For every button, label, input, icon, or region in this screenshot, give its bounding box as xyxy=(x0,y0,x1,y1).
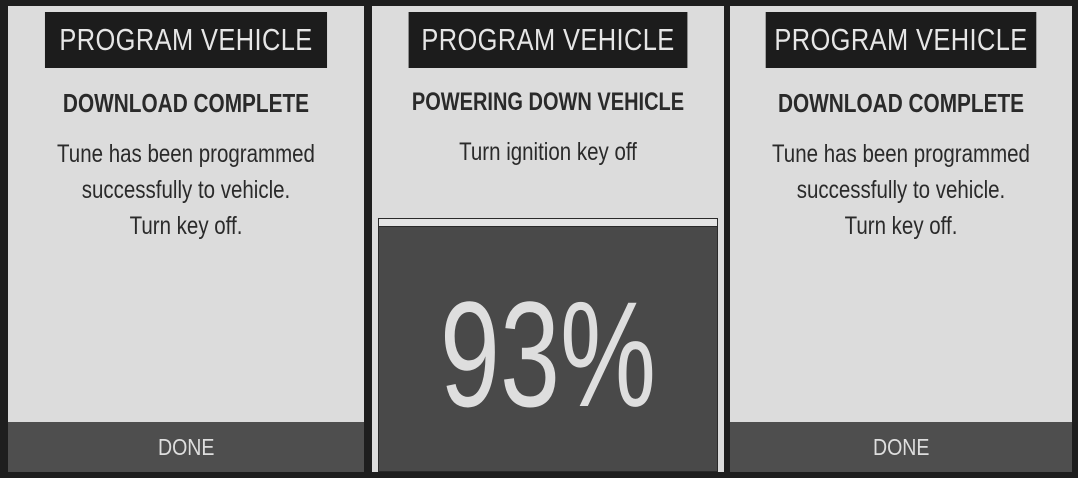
status-message: Tune has been programmed successfully to… xyxy=(761,136,1041,244)
status-heading: DOWNLOAD COMPLETE xyxy=(62,88,310,118)
status-heading: POWERING DOWN VEHICLE xyxy=(411,88,685,116)
message-line: successfully to vehicle. xyxy=(81,176,291,204)
screens-strip: PROGRAM VEHICLE DOWNLOAD COMPLETE Tune h… xyxy=(0,0,1078,478)
done-button-label: DONE xyxy=(157,433,215,460)
message-line: Tune has been programmed xyxy=(772,140,1030,168)
progress-remaining-area xyxy=(379,219,717,227)
message-line: Turn key off. xyxy=(129,212,243,240)
message-line: Turn ignition key off xyxy=(459,138,637,166)
progress-percent-label: 93% xyxy=(439,270,657,438)
done-button[interactable]: DONE xyxy=(8,422,364,472)
message-line: successfully to vehicle. xyxy=(796,176,1006,204)
status-message: Tune has been programmed successfully to… xyxy=(40,136,332,244)
title-bar: PROGRAM VEHICLE xyxy=(44,12,328,68)
download-complete-screen-1: PROGRAM VEHICLE DOWNLOAD COMPLETE Tune h… xyxy=(8,6,364,472)
done-button[interactable]: DONE xyxy=(730,422,1072,472)
status-message: Turn ignition key off xyxy=(404,134,693,170)
status-heading: DOWNLOAD COMPLETE xyxy=(777,88,1025,118)
title-bar: PROGRAM VEHICLE xyxy=(765,12,1037,68)
message-line: Tune has been programmed xyxy=(57,140,315,168)
download-complete-screen-2: PROGRAM VEHICLE DOWNLOAD COMPLETE Tune h… xyxy=(730,6,1072,472)
powering-down-screen: PROGRAM VEHICLE POWERING DOWN VEHICLE Tu… xyxy=(372,6,724,472)
title-bar: PROGRAM VEHICLE xyxy=(408,12,688,68)
message-line: Turn key off. xyxy=(844,212,958,240)
done-button-label: DONE xyxy=(872,433,930,460)
progress-indicator: 93% xyxy=(378,218,718,472)
